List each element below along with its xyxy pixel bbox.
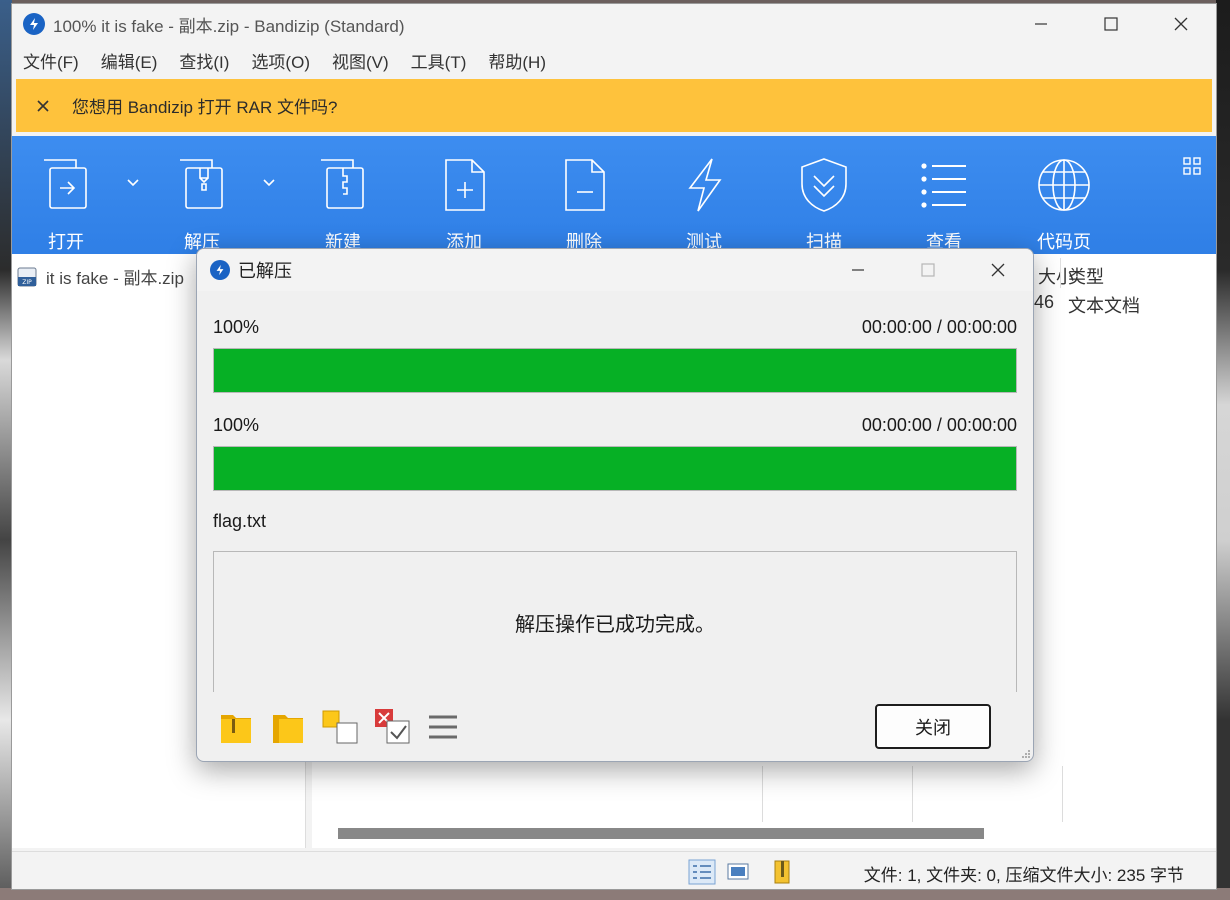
progress-bar-total-fill	[214, 349, 1016, 392]
open-icon	[44, 159, 87, 209]
notice-text[interactable]: 您想用 Bandizip 打开 RAR 文件吗?	[72, 93, 337, 118]
status-bar: 文件: 1, 文件夹: 0, 压缩文件大小: 235 字节	[12, 851, 1216, 889]
open-button[interactable]: 打开	[26, 156, 106, 254]
progress-total-time: 00:00:00 / 00:00:00	[861, 317, 1017, 337]
resize-grip-icon[interactable]	[1019, 747, 1031, 759]
extract-complete-dialog: 已解压 100% 00:00:00 / 00:00:00 100% 00:00:…	[196, 248, 1034, 762]
maximize-icon	[1104, 17, 1118, 31]
column-divider	[762, 766, 763, 822]
scan-button[interactable]: 扫描	[784, 156, 864, 254]
result-message-box: 解压操作已成功完成。	[213, 551, 1017, 692]
progress-bar-file	[213, 446, 1017, 491]
progress-bar-total	[213, 348, 1017, 393]
open-folder-alt-icon[interactable]	[269, 707, 309, 747]
menu-bar: 文件(F) 编辑(E) 查找(I) 选项(O) 视图(V) 工具(T) 帮助(H…	[12, 44, 1216, 76]
globe-icon	[1038, 159, 1090, 211]
dismiss-notice-icon[interactable]	[34, 97, 52, 115]
horizontal-scrollbar-thumb[interactable]	[338, 828, 984, 839]
archive-info-icon[interactable]	[770, 859, 798, 885]
menu-edit[interactable]: 编辑(E)	[101, 48, 158, 73]
progress-row-file: 100% 00:00:00 / 00:00:00	[213, 415, 1017, 436]
menu-file[interactable]: 文件(F)	[23, 48, 79, 73]
codepage-button[interactable]: 代码页	[1024, 156, 1104, 254]
maximize-icon	[921, 263, 935, 277]
menu-options[interactable]: 选项(O)	[251, 48, 310, 73]
add-files-button[interactable]: 添加	[424, 156, 504, 254]
window-title: 100% it is fake - 副本.zip - Bandizip (Sta…	[53, 16, 405, 36]
column-header-type[interactable]: 类型	[1068, 263, 1104, 289]
dialog-close-x-button[interactable]	[963, 249, 1033, 291]
new-archive-button[interactable]: 新建	[303, 156, 383, 254]
bandizip-logo-icon	[23, 13, 45, 35]
dialog-title: 已解压	[238, 261, 292, 281]
codepage-label: 代码页	[1037, 232, 1091, 252]
details-view-icon[interactable]	[688, 859, 716, 885]
menu-icon[interactable]	[423, 707, 463, 747]
file-row-type: 文本文档	[1068, 296, 1140, 316]
result-message: 解压操作已成功完成。	[515, 613, 715, 636]
copy-files-icon[interactable]	[321, 707, 361, 747]
open-dropdown-chevron-down-icon[interactable]	[126, 178, 140, 188]
dialog-minimize-button[interactable]	[823, 249, 893, 291]
close-icon	[1174, 17, 1188, 31]
file-row-size: 46	[1034, 292, 1055, 312]
add-file-icon	[445, 159, 485, 211]
main-toolbar: 打开 解压 新建 添加 删除 测试 扫描 查看 代码页	[12, 136, 1216, 254]
layout-grid-icon[interactable]	[1182, 156, 1202, 176]
rar-association-notice: 您想用 Bandizip 打开 RAR 文件吗?	[16, 79, 1212, 132]
open-folder-icon[interactable]	[217, 707, 257, 747]
menu-find[interactable]: 查找(I)	[179, 48, 229, 73]
extract-dropdown-chevron-down-icon[interactable]	[262, 178, 276, 188]
delete-archive-check-icon[interactable]	[373, 707, 413, 747]
dialog-titlebar[interactable]: 已解压	[197, 249, 1033, 291]
menu-view[interactable]: 视图(V)	[332, 48, 389, 73]
current-file-name: flag.txt	[213, 511, 267, 531]
maximize-button[interactable]	[1076, 4, 1146, 44]
view-button[interactable]: 查看	[904, 156, 984, 254]
progress-total-percent: 100%	[213, 317, 260, 337]
status-text: 文件: 1, 文件夹: 0, 压缩文件大小: 235 字节	[863, 866, 1184, 885]
progress-file-time: 00:00:00 / 00:00:00	[861, 415, 1017, 435]
new-archive-icon	[321, 159, 364, 209]
lightning-icon	[688, 158, 722, 212]
dialog-close-button[interactable]: 关闭	[875, 704, 991, 749]
column-divider[interactable]	[1060, 258, 1061, 288]
extract-zip-icon	[180, 159, 223, 209]
close-icon	[991, 263, 1005, 277]
column-divider	[1062, 766, 1063, 822]
list-view-icon	[921, 163, 966, 208]
minimize-icon	[852, 269, 864, 271]
minimize-button[interactable]	[1006, 4, 1076, 44]
delete-file-icon	[565, 159, 605, 211]
column-divider	[912, 766, 913, 822]
open-label: 打开	[48, 232, 84, 252]
svg-text:ZIP: ZIP	[22, 279, 32, 286]
extract-button[interactable]: 解压	[162, 156, 242, 254]
menu-help[interactable]: 帮助(H)	[488, 48, 546, 73]
progress-bar-file-fill	[214, 447, 1016, 490]
close-window-button[interactable]	[1146, 4, 1216, 44]
window-titlebar[interactable]: 100% it is fake - 副本.zip - Bandizip (Sta…	[12, 4, 1216, 44]
menu-tools[interactable]: 工具(T)	[411, 48, 467, 73]
shield-icon	[801, 158, 847, 212]
thumbnail-view-icon[interactable]	[724, 859, 752, 885]
progress-row-total: 100% 00:00:00 / 00:00:00	[213, 317, 1017, 338]
progress-file-percent: 100%	[213, 415, 260, 435]
minimize-icon	[1035, 23, 1047, 25]
zip-file-icon: ZIP	[17, 267, 37, 286]
delete-files-button[interactable]: 删除	[544, 156, 624, 254]
dialog-maximize-button[interactable]	[893, 249, 963, 291]
bandizip-logo-icon	[210, 260, 230, 280]
tree-archive-label: it is fake - 副本.zip	[46, 269, 184, 288]
test-archive-button[interactable]: 测试	[664, 156, 744, 254]
desktop-background-right	[1216, 0, 1230, 900]
